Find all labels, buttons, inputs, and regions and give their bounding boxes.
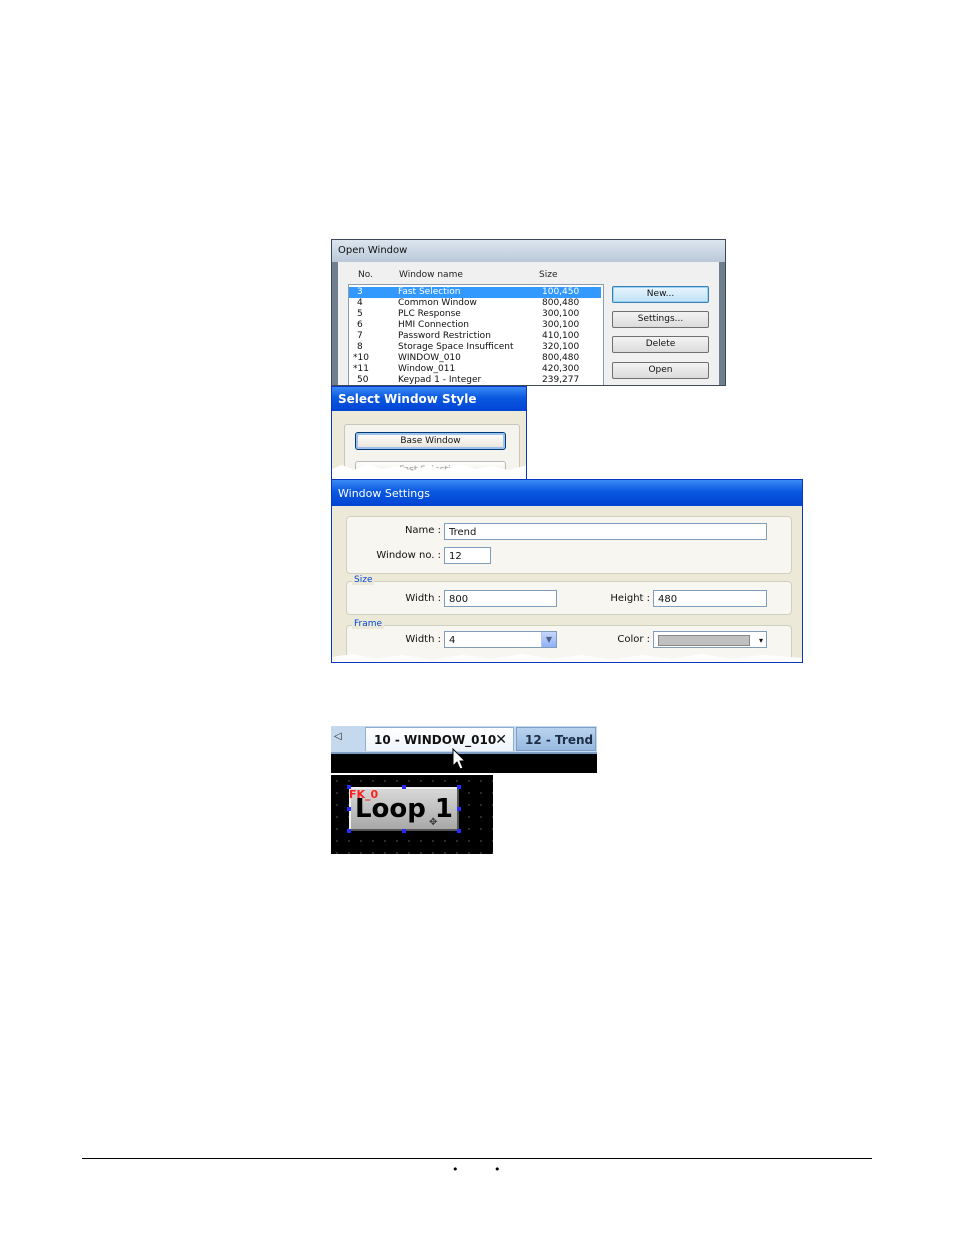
list-cell-size: 320,100 [542, 342, 580, 352]
list-item[interactable]: *10 WINDOW_010 800,480 [349, 353, 601, 364]
list-cell-name: Window_011 [398, 364, 456, 374]
list-cell-no: 5 [357, 309, 363, 319]
size-group-label: Size [352, 575, 375, 585]
column-header-window-name[interactable]: Window name [399, 270, 463, 280]
base-window-button[interactable]: Base Window [355, 432, 506, 450]
list-cell-size: 300,100 [542, 320, 580, 330]
select-style-title: Select Window Style [338, 392, 477, 406]
resize-handle[interactable] [402, 785, 406, 789]
list-cell-size: 239,277 [542, 375, 580, 385]
resize-handle[interactable] [457, 829, 461, 833]
list-cell-no: *11 [353, 364, 369, 374]
mouse-cursor-icon [452, 748, 467, 770]
resize-handle[interactable] [402, 829, 406, 833]
new-button[interactable]: New... [612, 286, 709, 303]
open-window-titlebar[interactable]: Open Window [332, 240, 725, 262]
list-cell-no: *10 [353, 353, 369, 363]
list-cell-name: WINDOW_010 [398, 353, 461, 363]
width-input[interactable]: 800 [444, 590, 557, 607]
window-settings-titlebar[interactable]: Window Settings [332, 480, 802, 506]
list-cell-name: HMI Connection [398, 320, 469, 330]
tab-scroll-left-icon[interactable]: ◁ [334, 731, 342, 742]
resize-handle[interactable] [347, 785, 351, 789]
footer-bullet: • [494, 1163, 501, 1176]
select-window-style-dialog: Select Window Style Base Window Fast Sel… [331, 386, 527, 480]
select-style-titlebar[interactable]: Select Window Style [332, 387, 526, 411]
torn-edge [332, 654, 802, 662]
list-cell-no: 50 [357, 375, 369, 385]
name-label: Name : [404, 525, 441, 536]
list-cell-name: Keypad 1 - Integer [398, 375, 482, 385]
object-id-label: FK_0 [349, 788, 379, 801]
open-window-title: Open Window [338, 245, 408, 256]
column-header-no[interactable]: No. [358, 270, 373, 280]
tab-label: 10 - WINDOW_010 [374, 733, 497, 747]
list-item[interactable]: *11 Window_011 420,300 [349, 364, 601, 375]
list-cell-no: 8 [357, 342, 363, 352]
width-label: Width : [405, 593, 441, 604]
tab-trend[interactable]: 12 - Trend [516, 727, 596, 751]
color-label: Color : [617, 634, 650, 645]
height-label: Height : [610, 593, 650, 604]
resize-handle[interactable] [457, 807, 461, 811]
resize-handle[interactable] [457, 785, 461, 789]
footer-rule [82, 1158, 872, 1159]
frame-group-label: Frame [352, 619, 385, 629]
footer-bullet: • [452, 1163, 459, 1176]
design-canvas[interactable]: Loop 1 FK_0 ✥ [331, 775, 493, 854]
list-item[interactable]: 5 PLC Response 300,100 [349, 309, 601, 320]
window-settings-dialog: Window Settings Name : Trend Window no. … [331, 479, 803, 663]
delete-button[interactable]: Delete [612, 336, 709, 353]
open-button[interactable]: Open [612, 362, 709, 379]
color-picker[interactable]: ▾ [653, 631, 767, 648]
list-cell-name: Common Window [398, 298, 477, 308]
list-item[interactable]: 50 Keypad 1 - Integer 239,277 [349, 375, 601, 385]
resize-handle[interactable] [347, 807, 351, 811]
list-cell-name: Password Restriction [398, 331, 491, 341]
list-cell-name: Storage Space Insufficent [398, 342, 514, 352]
tab-window-010[interactable]: 10 - WINDOW_010 ✕ [365, 727, 514, 751]
frame-width-label: Width : [405, 634, 441, 645]
list-item[interactable]: 7 Password Restriction 410,100 [349, 331, 601, 342]
window-list[interactable]: 3 Fast Selection 100,450 4 Common Window 800,… [348, 284, 604, 385]
color-dropdown-arrow-icon[interactable]: ▾ [759, 632, 763, 649]
chevron-down-icon[interactable]: ▼ [541, 632, 556, 647]
list-cell-size: 300,100 [542, 309, 580, 319]
resize-handle[interactable] [347, 829, 351, 833]
list-cell-name: PLC Response [398, 309, 461, 319]
window-no-label: Window no. : [376, 550, 441, 561]
list-cell-size: 800,480 [542, 353, 580, 363]
general-group: Name : Trend Window no. : 12 [346, 516, 792, 574]
list-item[interactable]: 6 HMI Connection 300,100 [349, 320, 601, 331]
list-cell-no: 6 [357, 320, 363, 330]
name-input[interactable]: Trend [444, 523, 767, 540]
list-item[interactable]: 4 Common Window 800,480 [349, 298, 601, 309]
torn-edge [332, 464, 526, 479]
settings-button[interactable]: Settings... [612, 311, 709, 328]
tab-label: 12 - Trend [525, 733, 594, 747]
list-item[interactable]: 8 Storage Space Insufficent 320,100 [349, 342, 601, 353]
move-cursor-icon: ✥ [429, 817, 438, 828]
size-group: Width : 800 Height : 480 [346, 581, 792, 615]
window-tab-strip: ◁ 10 - WINDOW_010 ✕ 12 - Trend [331, 726, 597, 773]
list-cell-size: 100,450 [542, 287, 580, 297]
list-item[interactable]: 3 Fast Selection 100,450 [349, 287, 601, 298]
list-cell-name: Fast Selection [398, 287, 461, 297]
height-input[interactable]: 480 [653, 590, 767, 607]
list-cell-size: 420,300 [542, 364, 580, 374]
list-cell-size: 800,480 [542, 298, 580, 308]
window-no-input[interactable]: 12 [444, 547, 491, 564]
open-window-client: No. Window name Size 3 Fast Selection 100,… [338, 262, 719, 385]
open-window-dialog: Open Window No. Window name Size 3 Fast S… [331, 239, 726, 386]
frame-width-select[interactable]: 4 ▼ [444, 631, 557, 648]
close-icon[interactable]: ✕ [495, 728, 507, 752]
list-cell-size: 410,100 [542, 331, 580, 341]
column-header-size[interactable]: Size [539, 270, 557, 280]
list-cell-no: 4 [357, 298, 363, 308]
frame-width-value: 4 [449, 635, 456, 646]
color-swatch [658, 635, 750, 646]
list-cell-no: 7 [357, 331, 363, 341]
window-settings-title: Window Settings [338, 487, 430, 500]
list-cell-no: 3 [357, 287, 363, 297]
